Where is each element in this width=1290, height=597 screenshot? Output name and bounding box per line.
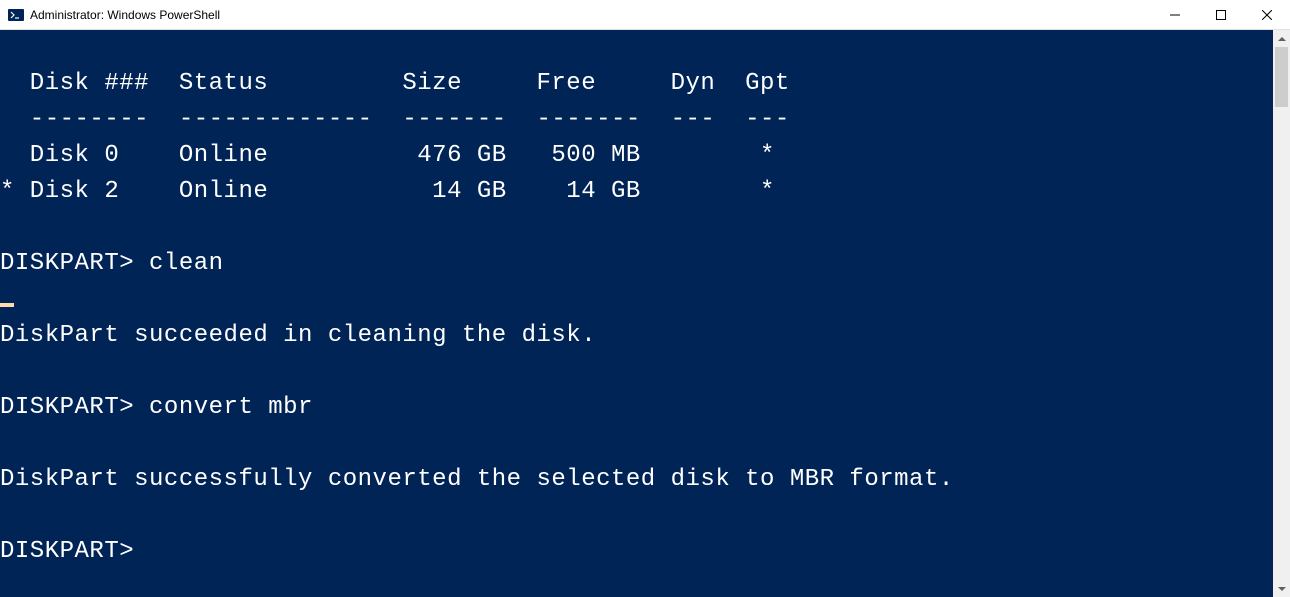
close-button[interactable] bbox=[1244, 0, 1290, 29]
output-message: DiskPart successfully converted the sele… bbox=[0, 466, 954, 493]
command-input: clean bbox=[149, 250, 224, 277]
maximize-button[interactable] bbox=[1198, 0, 1244, 29]
cursor-artifact bbox=[0, 303, 14, 307]
prompt: DISKPART> bbox=[0, 250, 149, 277]
minimize-button[interactable] bbox=[1152, 0, 1198, 29]
prompt: DISKPART> bbox=[0, 394, 149, 421]
powershell-icon bbox=[8, 7, 24, 23]
disk-table-divider: -------- ------------- ------- ------- -… bbox=[0, 106, 790, 133]
scrollbar-thumb[interactable] bbox=[1275, 47, 1288, 107]
scrollbar-track[interactable] bbox=[1273, 47, 1290, 580]
vertical-scrollbar[interactable] bbox=[1273, 30, 1290, 597]
scrollbar-down-arrow-icon[interactable] bbox=[1273, 580, 1290, 597]
disk-table-header: Disk ### Status Size Free Dyn Gpt bbox=[0, 70, 790, 97]
output-message: DiskPart succeeded in cleaning the disk. bbox=[0, 322, 596, 349]
table-row: * Disk 2 Online 14 GB 14 GB * bbox=[0, 178, 775, 205]
titlebar: Administrator: Windows PowerShell bbox=[0, 0, 1290, 30]
terminal-output[interactable]: Disk ### Status Size Free Dyn Gpt ------… bbox=[0, 30, 1273, 597]
window-title: Administrator: Windows PowerShell bbox=[30, 8, 1152, 22]
command-input: convert mbr bbox=[149, 394, 313, 421]
table-row: Disk 0 Online 476 GB 500 MB * bbox=[0, 142, 775, 169]
scrollbar-up-arrow-icon[interactable] bbox=[1273, 30, 1290, 47]
prompt: DISKPART> bbox=[0, 538, 149, 565]
window-controls bbox=[1152, 0, 1290, 29]
terminal-wrapper: Disk ### Status Size Free Dyn Gpt ------… bbox=[0, 30, 1290, 597]
